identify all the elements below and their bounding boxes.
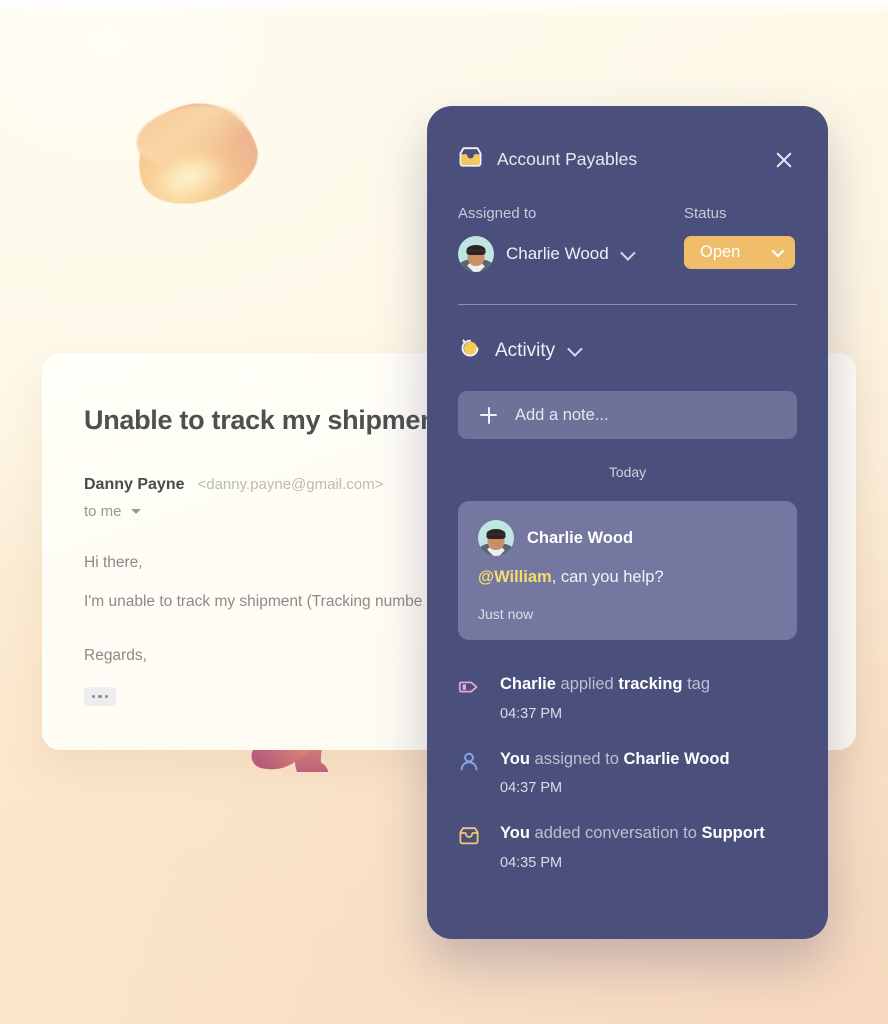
log-verb: assigned to [529, 749, 624, 768]
plus-icon [480, 406, 497, 424]
note-message-rest: , can you help? [551, 568, 664, 586]
expand-message-button[interactable] [84, 686, 116, 706]
assigned-to-label: Assigned to [458, 205, 537, 222]
background-top-highlight [0, 0, 888, 16]
log-entry-text: Charlie applied tracking tag [500, 674, 710, 695]
email-sender-name: Danny Payne [84, 476, 185, 493]
list-item: Charlie applied tracking tag 04:37 PM [458, 674, 797, 722]
close-icon[interactable] [771, 147, 797, 173]
log-verb: applied [555, 675, 619, 693]
log-timestamp: 04:35 PM [500, 854, 563, 871]
log-entry-body: Charlie applied tracking tag 04:37 PM [500, 674, 710, 722]
log-actor: Charlie [500, 675, 556, 693]
screenshot-root: Unable to track my shipment Danny Payne … [0, 0, 888, 1024]
status-label: Status [684, 205, 727, 222]
assignee-name: Charlie Wood [506, 244, 609, 263]
log-entry-text: You added conversation to Support [500, 823, 765, 844]
log-timestamp: 04:37 PM [500, 780, 563, 797]
chevron-down-icon [771, 244, 785, 258]
log-actor: You [500, 749, 530, 768]
inbox-icon [458, 825, 480, 847]
add-note-placeholder: Add a note... [515, 405, 609, 424]
conversation-details-panel: Account Payables Assigned to Charlie Woo… [427, 106, 828, 939]
ellipsis-dot [98, 694, 102, 698]
note-header: Charlie Wood [478, 520, 775, 556]
user-icon [458, 751, 480, 773]
ellipsis-dot [104, 694, 109, 698]
assigned-to-field: Assigned to Charlie Wood [458, 205, 684, 272]
status-value: Open [700, 243, 741, 261]
day-divider: Today [608, 464, 647, 480]
log-entry-body: You added conversation to Support 04:35 … [500, 823, 765, 871]
chevron-down-icon [619, 244, 636, 261]
panel-divider [458, 304, 797, 305]
avatar [478, 520, 514, 556]
panel-fields-row: Assigned to Charlie Wood Status Open [458, 205, 797, 272]
avatar [458, 236, 494, 272]
activity-title: Activity [495, 339, 556, 361]
add-note-input[interactable]: Add a note... [458, 391, 797, 439]
note-timestamp: Just now [478, 606, 534, 622]
assignee-selector[interactable]: Charlie Wood [458, 236, 684, 272]
status-field: Status Open [684, 205, 795, 272]
note-card: Charlie Wood @William, can you help? Jus… [458, 501, 797, 640]
tag-icon [458, 676, 480, 698]
panel-header: Account Payables [458, 106, 797, 173]
email-sender-address: <danny.payne@gmail.com> [197, 476, 384, 493]
log-entry-body: You assigned to Charlie Wood 04:37 PM [500, 749, 730, 797]
avatar-glasses [487, 534, 505, 538]
chevron-down-icon [567, 341, 583, 357]
email-recipient-label: to me [84, 503, 122, 520]
log-timestamp: 04:37 PM [500, 705, 563, 722]
chevron-down-icon [130, 509, 141, 514]
log-actor: You [500, 824, 530, 843]
log-target: Charlie Wood [623, 749, 730, 768]
list-item: You added conversation to Support 04:35 … [458, 823, 797, 871]
activity-section-header[interactable]: Activity [458, 336, 797, 365]
note-author: Charlie Wood [527, 528, 634, 547]
inbox-icon [458, 146, 483, 173]
ellipsis-dot [91, 694, 96, 698]
status-badge[interactable]: Open [684, 236, 795, 269]
log-target: tracking [618, 675, 683, 693]
log-suffix: tag [682, 675, 711, 693]
log-verb: added conversation to [529, 824, 702, 843]
panel-title-wrap: Account Payables [458, 146, 637, 173]
log-entry-text: You assigned to Charlie Wood [500, 749, 730, 770]
log-target: Support [701, 824, 765, 843]
panel-title: Account Payables [497, 149, 638, 169]
list-item: You assigned to Charlie Wood 04:37 PM [458, 749, 797, 797]
activity-log-list: Charlie applied tracking tag 04:37 PM Yo… [458, 674, 797, 871]
activity-history-icon [458, 336, 482, 365]
avatar-glasses [467, 250, 485, 254]
mention-link[interactable]: @William [478, 568, 552, 586]
note-text: @William, can you help? [478, 568, 775, 587]
